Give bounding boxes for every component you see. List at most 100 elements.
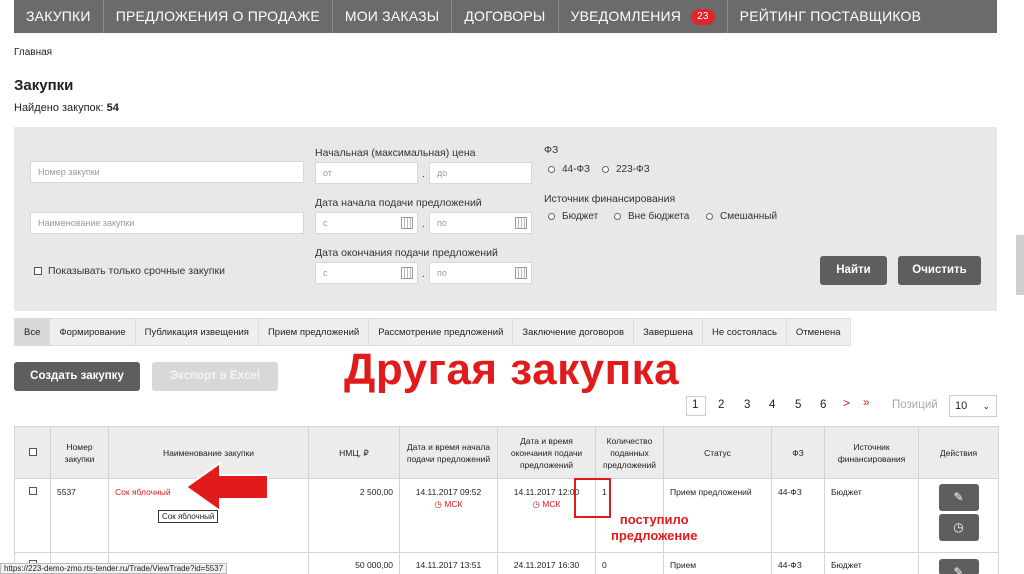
radio-circle[interactable] <box>548 166 555 173</box>
row-select-cell <box>14 478 51 553</box>
calendar-icon[interactable] <box>401 267 413 279</box>
nav-item-my-orders[interactable]: Мои заказы <box>333 0 453 33</box>
tab-review[interactable]: Рассмотрение предложений <box>369 318 514 346</box>
page-6[interactable]: 6 <box>820 399 826 411</box>
next-page-icon[interactable]: > <box>843 398 850 410</box>
cell-offers: 0 <box>595 552 664 574</box>
cell-price: 2 500,00 <box>308 478 400 553</box>
purchase-name-input[interactable]: Наименование закупки <box>30 212 304 234</box>
radio-circle[interactable] <box>548 213 555 220</box>
tz-label: МСК <box>444 499 463 509</box>
tab-accepting[interactable]: Прием предложений <box>258 318 370 346</box>
col-price[interactable]: НМЦ, ₽ <box>308 426 400 479</box>
calendar-icon[interactable] <box>515 217 527 229</box>
cell-funding: Бюджет <box>824 478 919 553</box>
cell-fz: 44-ФЗ <box>771 552 825 574</box>
history-button[interactable]: ◷ <box>938 514 979 541</box>
col-fz[interactable]: ФЗ <box>771 426 825 479</box>
export-excel-button[interactable]: Экспорт в Excel <box>152 362 278 391</box>
urgent-checkbox-row[interactable]: Показывать только срочные закупки <box>34 265 225 277</box>
col-funding[interactable]: Источник финансирования <box>824 426 919 479</box>
col-offers[interactable]: Количество поданных предложений <box>595 426 664 479</box>
tab-all[interactable]: Все <box>14 318 51 346</box>
urgent-label: Показывать только срочные закупки <box>48 265 225 277</box>
calendar-icon[interactable] <box>515 267 527 279</box>
col-actions: Действия <box>918 426 999 479</box>
start-date-value: 14.11.2017 09:52 <box>415 487 482 497</box>
funding-radio-mixed[interactable]: Смешанный <box>706 211 777 222</box>
search-button[interactable]: Найти <box>820 256 887 285</box>
create-purchase-button[interactable]: Создать закупку <box>14 362 140 391</box>
nav-item-purchases[interactable]: Закупки <box>14 0 104 33</box>
cell-funding: Бюджет <box>824 552 919 574</box>
fz-label: ФЗ <box>544 144 559 156</box>
nav-item-contracts[interactable]: Договоры <box>452 0 559 33</box>
price-from-input[interactable]: от <box>315 162 418 184</box>
timezone: ◷ МСК <box>406 498 491 510</box>
select-all-checkbox[interactable] <box>28 447 37 456</box>
page-2[interactable]: 2 <box>718 399 724 411</box>
nav-label: Рейтинг поставщиков <box>739 8 922 24</box>
name-tooltip: Сок яблочный <box>158 510 219 523</box>
page-size-select[interactable]: 10 ⌄ <box>949 395 997 417</box>
cell-actions: ✎ <box>918 552 999 574</box>
page-4[interactable]: 4 <box>769 399 775 411</box>
tab-contracts[interactable]: Заключение договоров <box>513 318 635 346</box>
calendar-icon[interactable] <box>401 217 413 229</box>
page-1[interactable]: 1 <box>692 399 698 411</box>
cell-actions: ✎ ◷ <box>918 478 999 553</box>
radio-circle[interactable] <box>602 166 609 173</box>
tab-completed[interactable]: Завершена <box>634 318 704 346</box>
start-date-from-input[interactable]: с <box>315 212 418 234</box>
radio-circle[interactable] <box>614 213 621 220</box>
col-end-date[interactable]: Дата и время окончания подачи предложени… <box>497 426 596 479</box>
top-navigation: Закупки Предложения о продаже Мои заказы… <box>14 0 997 33</box>
row-checkbox[interactable] <box>28 487 37 495</box>
cell-start-date: 14.11.2017 09:52 ◷ МСК <box>399 478 498 553</box>
col-start-date[interactable]: Дата и время начала подачи предложений <box>399 426 498 479</box>
end-date-label: Дата окончания подачи предложений <box>315 247 498 259</box>
end-date-to-input[interactable]: по <box>429 262 532 284</box>
nav-label: Уведомления <box>570 8 682 24</box>
fz-radio-44[interactable]: 44-ФЗ <box>548 164 590 175</box>
clock-icon: ◷ <box>434 499 445 509</box>
price-to-input[interactable]: до <box>429 162 532 184</box>
funding-radio-offbudget[interactable]: Вне бюджета <box>614 211 689 222</box>
notifications-badge: 23 <box>691 8 715 25</box>
edit-button[interactable]: ✎ <box>938 559 979 574</box>
radio-circle[interactable] <box>706 213 713 220</box>
edit-button[interactable]: ✎ <box>938 484 979 511</box>
found-count: Найдено закупок: 54 <box>14 102 119 114</box>
page-5[interactable]: 5 <box>795 399 801 411</box>
funding-radio-budget[interactable]: Бюджет <box>548 211 598 222</box>
funding-label: Источник финансирования <box>544 193 676 205</box>
purchase-number-input[interactable]: Номер закупки <box>30 161 304 183</box>
radio-label: Вне бюджета <box>628 211 690 222</box>
nav-item-supplier-rating[interactable]: Рейтинг поставщиков <box>728 0 934 33</box>
end-date-from-input[interactable]: с <box>315 262 418 284</box>
range-separator: . <box>422 269 425 280</box>
tab-forming[interactable]: Формирование <box>50 318 136 346</box>
tab-failed[interactable]: Не состоялась <box>703 318 787 346</box>
last-page-icon[interactable]: » <box>863 397 869 409</box>
scrollbar-thumb[interactable] <box>1016 235 1024 295</box>
page-3[interactable]: 3 <box>744 399 750 411</box>
col-status[interactable]: Статус <box>663 426 772 479</box>
nav-label: Предложения о продаже <box>115 8 320 24</box>
placeholder: с <box>323 218 328 228</box>
urgent-checkbox[interactable] <box>34 267 42 275</box>
cell-end-date: 24.11.2017 16:30 <box>497 552 596 574</box>
red-arrow-icon <box>184 461 269 513</box>
tab-publication[interactable]: Публикация извещения <box>135 318 259 346</box>
nav-item-sale-offers[interactable]: Предложения о продаже <box>104 0 333 33</box>
fz-radio-223[interactable]: 223-ФЗ <box>602 164 650 175</box>
clear-button[interactable]: Очистить <box>898 256 981 285</box>
col-number[interactable]: Номер закупки <box>50 426 109 479</box>
overlay-caption: Другая закупка <box>344 345 680 394</box>
start-date-to-input[interactable]: по <box>429 212 532 234</box>
nav-item-notifications[interactable]: Уведомления 23 <box>559 0 728 33</box>
cell-price: 50 000,00 <box>308 552 400 574</box>
tab-cancelled[interactable]: Отменена <box>786 318 851 346</box>
breadcrumb-home[interactable]: Главная <box>14 47 52 58</box>
purchase-name-link[interactable]: Сок яблочный <box>115 487 171 497</box>
